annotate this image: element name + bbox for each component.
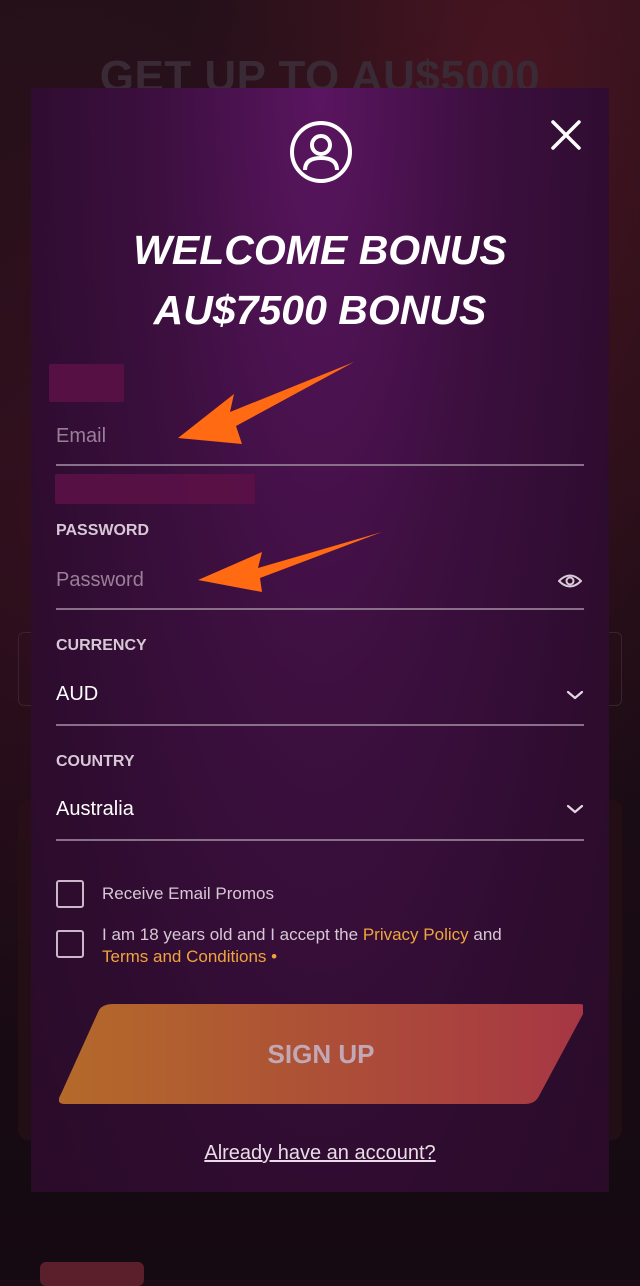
redacted-text (55, 474, 255, 504)
country-label: COUNTRY (56, 753, 135, 770)
country-value: Australia (56, 798, 134, 820)
chevron-down-icon (566, 690, 584, 700)
eye-icon[interactable] (558, 572, 582, 590)
signup-button[interactable]: SIGN UP (58, 1004, 586, 1104)
title-line-1: WELCOME BONUS (133, 227, 507, 273)
signup-button-label: SIGN UP (267, 1039, 375, 1069)
signup-modal: WELCOME BONUS AU$7500 BONUS PASSWORD CUR… (31, 88, 609, 1192)
login-link[interactable]: Already have an account? (31, 1142, 609, 1165)
currency-label: CURRENCY (56, 637, 147, 654)
promos-label: Receive Email Promos (102, 884, 274, 903)
currency-underline (56, 724, 584, 726)
modal-title: WELCOME BONUS AU$7500 BONUS (31, 220, 609, 340)
close-icon[interactable] (549, 118, 583, 152)
terms-prefix: I am 18 years old and I accept the (102, 925, 363, 944)
password-label: PASSWORD (56, 522, 150, 539)
country-underline (56, 839, 584, 841)
redacted-label (49, 364, 124, 402)
terms-checkbox[interactable] (56, 930, 84, 958)
promos-checkbox[interactable] (56, 880, 84, 908)
terms-label: I am 18 years old and I accept the Priva… (102, 924, 572, 968)
promos-checkbox-row: Receive Email Promos (56, 880, 584, 910)
terms-checkbox-row: I am 18 years old and I accept the Priva… (56, 922, 584, 972)
password-underline (56, 608, 584, 610)
arrow-annotation-icon (178, 362, 354, 444)
email-underline (56, 464, 584, 466)
required-marker: • (266, 947, 278, 966)
title-line-2: AU$7500 BONUS (153, 287, 487, 333)
country-select[interactable]: COUNTRY Australia (56, 753, 584, 843)
background-nav-button (40, 1262, 144, 1286)
user-circle-icon (290, 121, 352, 183)
terms-link[interactable]: Terms and Conditions (102, 947, 266, 966)
terms-middle: and (468, 925, 502, 944)
chevron-down-icon (566, 804, 584, 814)
privacy-policy-link[interactable]: Privacy Policy (363, 925, 469, 944)
currency-value: AUD (56, 683, 99, 705)
currency-select[interactable]: CURRENCY AUD (56, 637, 584, 727)
arrow-annotation-icon (198, 532, 382, 592)
